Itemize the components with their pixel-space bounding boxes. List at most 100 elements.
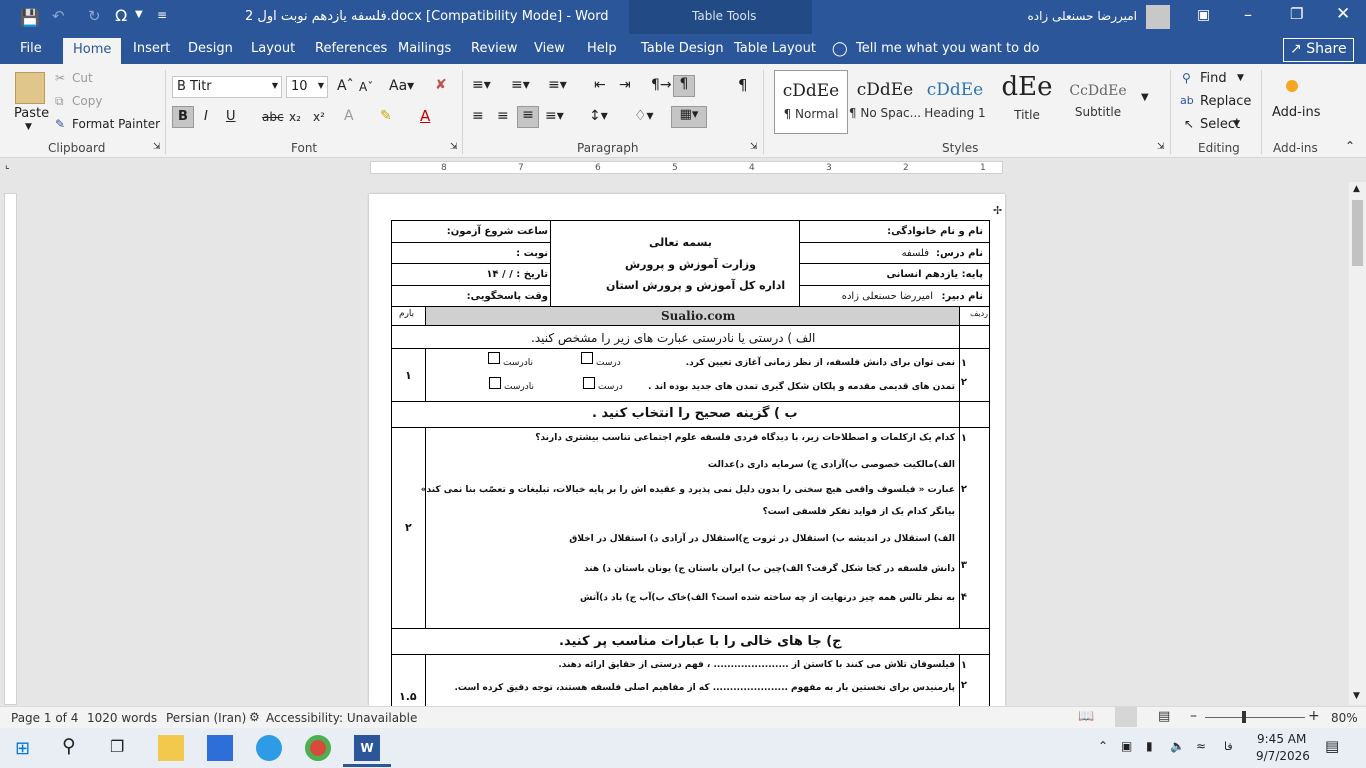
true-checkbox[interactable] bbox=[583, 377, 595, 389]
scroll-thumb[interactable] bbox=[1352, 200, 1363, 266]
replace-button[interactable]: Replace bbox=[1200, 94, 1251, 109]
redo-icon[interactable]: ↻ bbox=[88, 7, 101, 25]
tab-insert[interactable]: Insert bbox=[133, 41, 170, 56]
font-color-icon[interactable]: A bbox=[420, 107, 430, 125]
input-language[interactable]: فا bbox=[1224, 740, 1233, 753]
chrome-icon[interactable] bbox=[305, 735, 331, 761]
tab-selector-icon[interactable]: ⌞ bbox=[5, 160, 10, 171]
paragraph-launcher-icon[interactable]: ⇲ bbox=[750, 142, 758, 152]
zoom-in-icon[interactable]: + bbox=[1308, 708, 1320, 724]
highlight-icon[interactable]: ✎ bbox=[380, 108, 392, 124]
ribbon-display-icon[interactable]: ▣ bbox=[1197, 7, 1210, 23]
format-painter-button[interactable]: Format Painter bbox=[72, 117, 160, 131]
undo-icon[interactable]: ↶ bbox=[52, 7, 65, 25]
style-title[interactable]: dEe Title bbox=[990, 70, 1064, 134]
cut-button[interactable]: Cut bbox=[72, 71, 93, 85]
notification-icon[interactable]: ▤ bbox=[1325, 737, 1339, 755]
styles-launcher-icon[interactable]: ⇲ bbox=[1157, 142, 1165, 152]
close-icon[interactable]: ✕ bbox=[1336, 4, 1350, 24]
avatar[interactable] bbox=[1146, 5, 1170, 29]
borders-button[interactable]: ▦▾ bbox=[671, 106, 707, 128]
rtl-button[interactable]: ¶ bbox=[673, 75, 695, 97]
ltr-icon[interactable]: ¶→ bbox=[651, 77, 672, 93]
chevron-up-icon[interactable]: ⌃ bbox=[1098, 739, 1108, 753]
customize-qat-icon[interactable]: ≡ bbox=[157, 8, 167, 22]
save-icon[interactable]: 💾 bbox=[20, 8, 40, 27]
addins-button[interactable]: Add-ins bbox=[1272, 105, 1320, 120]
numbering-icon[interactable]: ≡▾ bbox=[511, 77, 530, 93]
read-mode-icon[interactable]: 📖 bbox=[1078, 709, 1094, 724]
clear-format-icon[interactable]: ✘ bbox=[435, 77, 447, 93]
shrink-font-icon[interactable]: Aˇ bbox=[359, 80, 373, 94]
document-page[interactable]: ✢ نام و نام خانوادگی: نام درس: فلسفه پای… bbox=[369, 194, 1005, 706]
paste-chevron-icon[interactable]: ▼ bbox=[25, 122, 32, 132]
font-launcher-icon[interactable]: ⇲ bbox=[450, 142, 458, 152]
user-name[interactable]: امیررضا حسنعلی زاده bbox=[1027, 9, 1137, 23]
font-size-input[interactable]: 10 ▼ bbox=[286, 76, 328, 98]
text-effects-icon[interactable]: A bbox=[344, 108, 354, 124]
battery-icon[interactable]: ▮ bbox=[1146, 739, 1153, 753]
zoom-level[interactable]: 80% bbox=[1331, 711, 1358, 725]
word-count[interactable]: 1020 words bbox=[87, 711, 157, 725]
web-layout-icon[interactable]: ▤ bbox=[1158, 709, 1170, 724]
true-checkbox[interactable] bbox=[581, 352, 593, 364]
scroll-up-icon[interactable]: ▲ bbox=[1353, 184, 1360, 194]
align-left-icon[interactable]: ≡ bbox=[472, 108, 484, 124]
volume-icon[interactable]: 🔈 bbox=[1170, 739, 1185, 753]
find-icon[interactable]: ⚲ bbox=[1182, 71, 1191, 85]
chevron-down-icon[interactable]: ▼ bbox=[1237, 73, 1244, 83]
superscript-button[interactable]: x² bbox=[313, 110, 325, 124]
underline-button[interactable]: U bbox=[226, 109, 236, 124]
zoom-slider[interactable] bbox=[1205, 717, 1305, 718]
false-checkbox[interactable] bbox=[488, 352, 500, 364]
tab-references[interactable]: References bbox=[315, 41, 387, 56]
store-icon[interactable] bbox=[207, 735, 233, 761]
edge-icon[interactable] bbox=[256, 735, 282, 761]
maximize-icon[interactable]: ❐ bbox=[1290, 5, 1303, 23]
chevron-down-icon[interactable]: ▼ bbox=[135, 9, 143, 20]
replace-icon[interactable]: ab bbox=[1180, 94, 1194, 107]
subscript-button[interactable]: x₂ bbox=[289, 110, 301, 124]
vertical-ruler[interactable] bbox=[4, 193, 17, 705]
tab-table-layout[interactable]: Table Layout bbox=[734, 41, 816, 56]
language[interactable]: Persian (Iran) bbox=[166, 711, 246, 725]
wifi-icon[interactable]: ≈ bbox=[1196, 739, 1206, 753]
style-normal[interactable]: cDdEe ¶ Normal bbox=[774, 70, 848, 134]
zoom-out-icon[interactable]: – bbox=[1190, 708, 1197, 724]
grow-font-icon[interactable]: Aˆ bbox=[337, 78, 354, 94]
page-count[interactable]: Page 1 of 4 bbox=[11, 711, 78, 725]
tell-me-search[interactable]: Tell me what you want to do bbox=[856, 41, 1039, 56]
search-icon[interactable]: ⚲ bbox=[62, 735, 76, 757]
word-icon[interactable]: W bbox=[354, 735, 380, 761]
paste-button[interactable]: Paste bbox=[14, 106, 49, 121]
horizontal-ruler[interactable]: 8 7 6 5 4 3 2 1 bbox=[370, 161, 1003, 174]
share-button[interactable]: ↗ Share bbox=[1283, 38, 1354, 62]
false-checkbox[interactable] bbox=[489, 377, 501, 389]
strikethrough-button[interactable]: abc bbox=[262, 110, 284, 124]
addins-icon[interactable] bbox=[1286, 80, 1298, 92]
scroll-down-icon[interactable]: ▼ bbox=[1353, 691, 1360, 701]
decrease-indent-icon[interactable]: ⇤ bbox=[594, 77, 606, 93]
chevron-down-icon[interactable]: ▼ bbox=[1233, 119, 1240, 129]
table-move-handle-icon[interactable]: ✢ bbox=[993, 204, 1002, 217]
network-icon[interactable]: ▣ bbox=[1121, 739, 1132, 753]
change-case-icon[interactable]: Aa▾ bbox=[389, 78, 414, 94]
line-spacing-icon[interactable]: ↕▾ bbox=[589, 108, 608, 124]
multilevel-icon[interactable]: ≡▾ bbox=[548, 77, 567, 93]
clock-time[interactable]: 9:45 AM bbox=[1257, 732, 1306, 746]
task-view-icon[interactable]: ❐ bbox=[110, 737, 124, 756]
show-marks-icon[interactable]: ¶ bbox=[738, 76, 748, 94]
style-heading-1[interactable]: cDdEe Heading 1 bbox=[918, 70, 992, 134]
tab-design[interactable]: Design bbox=[188, 41, 233, 56]
style-no-spacing[interactable]: cDdEe ¶ No Spac... bbox=[848, 70, 922, 134]
font-name-input[interactable]: B Titr ▼ bbox=[172, 76, 282, 98]
vertical-scrollbar[interactable]: ▲ ▼ bbox=[1349, 182, 1366, 705]
file-explorer-icon[interactable] bbox=[158, 735, 184, 761]
tab-help[interactable]: Help bbox=[587, 41, 617, 56]
select-icon[interactable]: ↖ bbox=[1184, 117, 1194, 131]
print-layout-button[interactable] bbox=[1115, 707, 1137, 727]
bold-button[interactable]: B bbox=[172, 106, 194, 128]
tab-review[interactable]: Review bbox=[471, 41, 517, 56]
format-painter-icon[interactable]: ✎ bbox=[55, 117, 65, 131]
tab-mailings[interactable]: Mailings bbox=[398, 41, 451, 56]
